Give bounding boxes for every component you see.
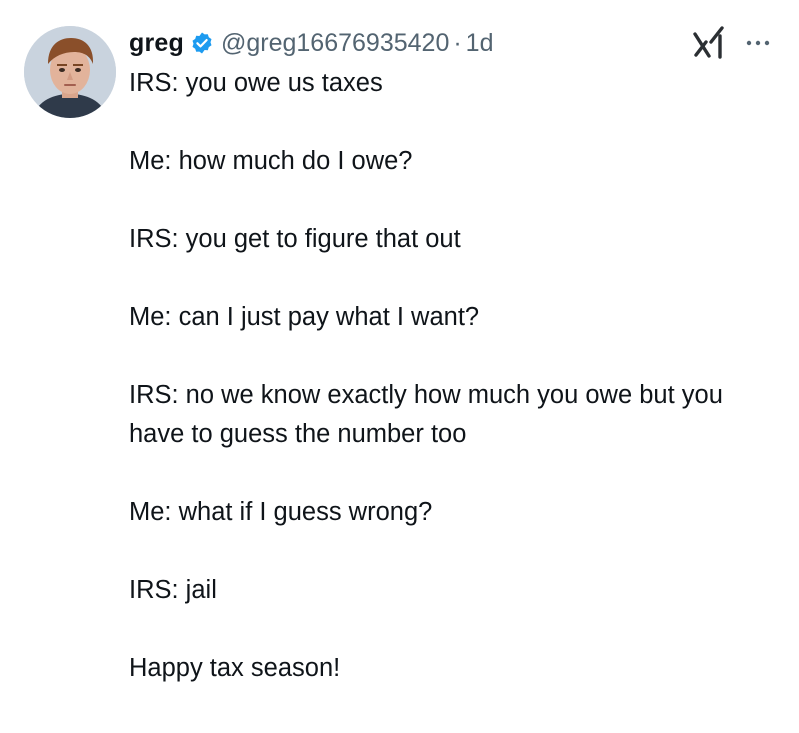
tweet-paragraph: IRS: jail	[129, 576, 217, 604]
tweet-paragraph: Me: can I just pay what I want?	[129, 303, 480, 331]
tweet[interactable]: greg @greg16676935420 · 1d IRS: you owe …	[0, 0, 799, 733]
avatar[interactable]	[24, 26, 116, 118]
tweet-paragraph: Me: how much do I owe?	[129, 147, 413, 175]
timestamp[interactable]: 1d	[466, 29, 494, 58]
separator-dot: ·	[453, 28, 462, 57]
display-name[interactable]: greg	[129, 29, 184, 58]
user-handle[interactable]: @greg16676935420	[221, 29, 449, 58]
tweet-paragraph: IRS: you get to figure that out	[129, 225, 461, 253]
avatar-image	[24, 26, 116, 118]
tweet-text: IRS: you owe us taxes Me: how much do I …	[129, 64, 769, 727]
tweet-paragraph: IRS: no we know exactly how much you owe…	[129, 381, 723, 448]
tweet-header: greg @greg16676935420 · 1d	[129, 27, 493, 59]
tweet-paragraph: Me: what if I guess wrong?	[129, 498, 433, 526]
tweet-paragraph: IRS: you owe us taxes	[129, 69, 383, 97]
more-options-icon[interactable]	[745, 35, 771, 46]
verified-badge-icon	[190, 31, 214, 55]
tweet-paragraph: Happy tax season!	[129, 654, 341, 682]
grok-icon[interactable]	[692, 22, 726, 62]
